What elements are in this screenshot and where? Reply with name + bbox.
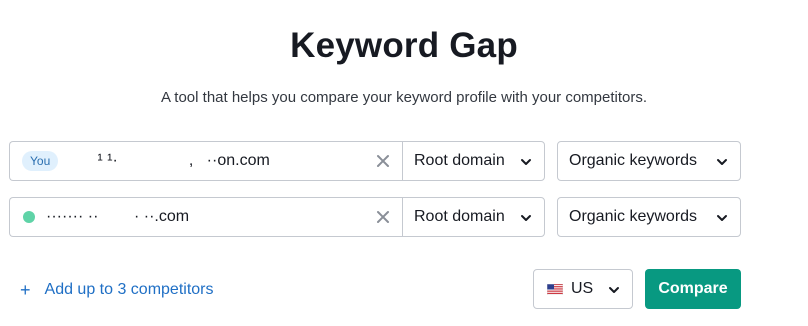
you-badge: You (22, 151, 59, 171)
competitor-domain-input[interactable]: ······· ·· · ··.com (46, 208, 189, 226)
domain-type-select[interactable]: Root domain (402, 197, 545, 237)
page-subtitle: A tool that helps you compare your keywo… (160, 89, 648, 106)
domain-type-value: Root domain (414, 208, 505, 225)
chevron-down-icon (521, 215, 531, 221)
your-domain-field[interactable]: You ¹ ¹· , ··on.com (9, 141, 403, 181)
keyword-type-value: Organic keywords (569, 152, 698, 169)
clear-icon[interactable] (376, 210, 390, 224)
us-flag-icon (547, 284, 563, 295)
your-domain-input[interactable]: ¹ ¹· , ··on.com (84, 152, 269, 170)
plus-icon: + (20, 280, 31, 300)
add-competitors-label: Add up to 3 competitors (44, 281, 214, 298)
domain-type-value: Root domain (414, 152, 505, 169)
add-competitors-link[interactable]: + Add up to 3 competitors (20, 280, 214, 300)
page-title: Keyword Gap (290, 26, 518, 65)
chevron-down-icon (717, 159, 727, 165)
competitor-domain-field[interactable]: ······· ·· · ··.com (9, 197, 403, 237)
country-value: US (571, 280, 594, 297)
chevron-down-icon (717, 215, 727, 221)
clear-icon[interactable] (376, 154, 390, 168)
competitor-color-dot (23, 211, 35, 223)
country-select[interactable]: US (533, 269, 633, 309)
keyword-type-select[interactable]: Organic keywords (557, 141, 741, 181)
chevron-down-icon (609, 287, 619, 293)
keyword-type-value: Organic keywords (569, 208, 698, 225)
domain-type-select[interactable]: Root domain (402, 141, 545, 181)
chevron-down-icon (521, 159, 531, 165)
keyword-type-select[interactable]: Organic keywords (557, 197, 741, 237)
compare-button[interactable]: Compare (645, 269, 741, 309)
